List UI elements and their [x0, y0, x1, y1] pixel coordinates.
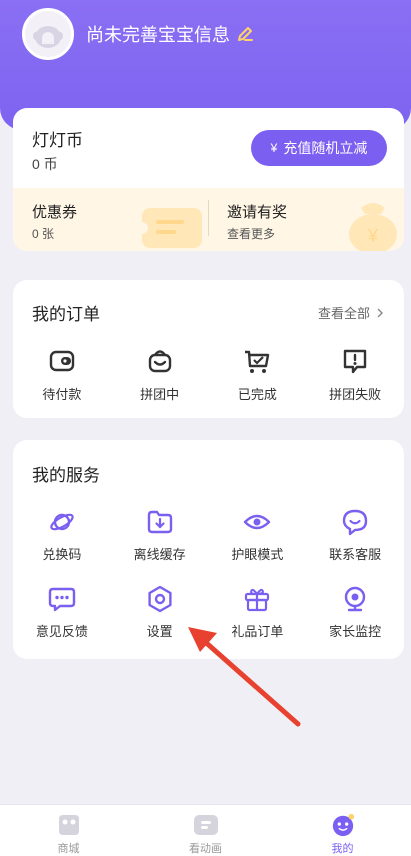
support-chat-icon	[342, 509, 368, 536]
avatar-placeholder-icon	[33, 26, 63, 48]
eye-icon	[244, 514, 271, 530]
view-all-orders-link[interactable]: 查看全部	[318, 303, 386, 322]
order-pending-payment[interactable]: 待付款	[13, 346, 111, 403]
coins-card: 灯灯币 0 币 ¥ 充值随机立减 ¥ 优惠券 0 张 邀请有奖 查看更多	[13, 108, 404, 251]
svg-text:¥: ¥	[367, 226, 379, 246]
settings-icon	[148, 585, 172, 613]
chevron-right-icon	[377, 308, 383, 317]
camera-monitor-icon	[344, 586, 366, 612]
service-item-label: 离线缓存	[133, 547, 186, 562]
service-item-label: 联系客服	[329, 547, 382, 562]
services-card: 我的服务 兑换码 离线缓存 护眼模式 联系客服 意见反馈 设置 礼品订单 家长监…	[13, 440, 404, 659]
service-item-label: 兑换码	[42, 547, 82, 562]
recharge-button-label: 充值随机立减	[283, 140, 368, 156]
tab-me[interactable]: 我的	[274, 805, 411, 856]
service-item-label: 意见反馈	[35, 624, 88, 639]
shop-icon	[58, 815, 79, 835]
service-feedback[interactable]: 意见反馈	[13, 585, 111, 640]
invite-title[interactable]: 邀请有奖	[227, 201, 287, 222]
recharge-button[interactable]: ¥ 充值随机立减	[251, 130, 387, 166]
avatar[interactable]	[22, 8, 74, 60]
money-bag-decoration-icon: ¥	[349, 203, 397, 251]
view-all-label: 查看全部	[317, 306, 370, 321]
service-item-label: 家长监控	[329, 624, 382, 639]
service-redeem-code[interactable]: 兑换码	[13, 508, 111, 563]
service-item-label: 礼品订单	[231, 624, 284, 639]
yen-icon: ¥	[270, 141, 278, 155]
feedback-bubble-icon	[48, 587, 76, 612]
profile-name[interactable]: 尚未完善宝宝信息	[86, 21, 230, 47]
coins-balance: 0 币	[32, 156, 58, 172]
tab-label: 商城	[57, 843, 80, 855]
tab-shop[interactable]: 商城	[0, 805, 137, 856]
service-contact-support[interactable]: 联系客服	[306, 508, 404, 563]
me-icon	[332, 813, 354, 837]
order-completed[interactable]: 已完成	[209, 346, 307, 403]
coins-title: 灯灯币	[32, 131, 83, 150]
service-eye-protection[interactable]: 护眼模式	[209, 508, 307, 563]
services-title: 我的服务	[32, 466, 100, 485]
service-parental-monitor[interactable]: 家长监控	[306, 585, 404, 640]
tv-icon	[193, 815, 218, 835]
order-item-label: 已完成	[237, 387, 277, 402]
order-item-label: 拼团中	[140, 387, 180, 402]
tab-label: 看动画	[189, 843, 222, 855]
coupon-title[interactable]: 优惠券	[32, 201, 77, 222]
coupon-invite-strip: ¥ 优惠券 0 张 邀请有奖 查看更多	[13, 188, 404, 251]
service-item-label: 设置	[146, 624, 173, 639]
ticket-decoration-icon	[138, 208, 202, 248]
invite-subtitle[interactable]: 查看更多	[227, 225, 275, 242]
wallet-icon	[49, 350, 75, 372]
failed-alert-icon	[343, 349, 367, 374]
orders-card: 我的订单 查看全部 待付款 拼团中 已完成 拼团失败	[13, 280, 404, 418]
tab-watch-animation[interactable]: 看动画	[137, 805, 274, 856]
completed-cart-icon	[245, 350, 270, 373]
planet-icon	[50, 513, 74, 531]
group-bag-icon	[148, 350, 171, 373]
service-offline-cache[interactable]: 离线缓存	[111, 508, 209, 563]
order-item-label: 拼团失败	[329, 387, 382, 402]
download-folder-icon	[147, 510, 172, 534]
order-group-buying[interactable]: 拼团中	[111, 346, 209, 403]
edit-pencil-icon[interactable]	[236, 25, 254, 43]
bottom-tab-bar: 商城 看动画 我的	[0, 804, 411, 856]
coupon-count: 0 张	[32, 227, 55, 241]
profile-header[interactable]: 尚未完善宝宝信息	[22, 8, 254, 60]
service-item-label: 护眼模式	[231, 547, 284, 562]
coupon-divider	[208, 200, 209, 236]
tab-label: 我的	[331, 843, 354, 855]
service-settings[interactable]: 设置	[111, 585, 209, 640]
gift-icon	[245, 588, 270, 612]
order-item-label: 待付款	[42, 387, 82, 402]
service-gift-orders[interactable]: 礼品订单	[209, 585, 307, 640]
orders-title: 我的订单	[32, 305, 100, 324]
order-group-failed[interactable]: 拼团失败	[306, 346, 404, 403]
